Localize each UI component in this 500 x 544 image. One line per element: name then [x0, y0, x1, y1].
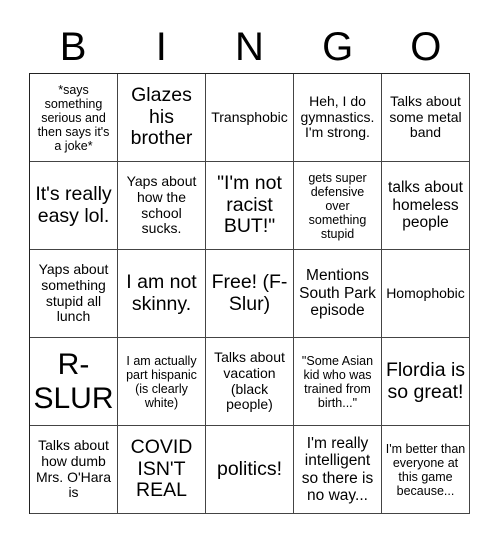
header-letter-o: O [410, 25, 442, 69]
bingo-cell-r5-c2[interactable]: COVID ISN'T REAL [118, 426, 206, 514]
bingo-header: B I N G O [29, 0, 470, 73]
bingo-cell-r4-c5[interactable]: Flordia is so great! [382, 338, 470, 426]
cell-text: Mentions South Park episode [299, 267, 376, 320]
bingo-cell-r3-c1[interactable]: Yaps about something stupid all lunch [30, 250, 118, 338]
bingo-cell-r2-c2[interactable]: Yaps about how the school sucks. [118, 162, 206, 250]
cell-text: COVID ISN'T REAL [130, 435, 193, 502]
cell-text: "I'm not racist BUT!" [217, 171, 282, 238]
header-letter-n: N [235, 25, 264, 69]
bingo-cell-r3-c4[interactable]: Mentions South Park episode [294, 250, 382, 338]
cell-text: Flordia is so great! [385, 358, 466, 403]
bingo-cell-r3-c5[interactable]: Homophobic [382, 250, 470, 338]
bingo-card: B I N G O *says something serious and th… [29, 0, 470, 514]
bingo-cell-r1-c1[interactable]: *says something serious and then says it… [30, 74, 118, 162]
header-letter-g: G [322, 25, 354, 69]
bingo-cell-r2-c5[interactable]: talks about homeless people [382, 162, 470, 250]
cell-text: Yaps about something stupid all lunch [38, 261, 109, 325]
cell-text: Talks about how dumb Mrs. O'Hara is [35, 437, 111, 501]
bingo-cell-r1-c5[interactable]: Talks about some metal band [382, 74, 470, 162]
bingo-cell-r5-c4[interactable]: I'm really intelligent so there is no wa… [294, 426, 382, 514]
bingo-cell-r5-c1[interactable]: Talks about how dumb Mrs. O'Hara is [30, 426, 118, 514]
cell-text: *says something serious and then says it… [37, 82, 110, 153]
cell-text: Heh, I do gymnastics. I'm strong. [300, 92, 375, 141]
bingo-cell-r4-c4[interactable]: "Some Asian kid who was trained from bir… [294, 338, 382, 426]
bingo-cell-r5-c5[interactable]: I'm better than everyone at this game be… [382, 426, 470, 514]
header-letter-i: I [155, 25, 167, 69]
bingo-cell-r2-c4[interactable]: gets super defensive over something stup… [294, 162, 382, 250]
cell-text: politics! [216, 457, 283, 480]
cell-text: I'm better than everyone at this game be… [385, 441, 466, 498]
cell-text: I am actually part hispanic (is clearly … [126, 353, 197, 410]
bingo-cell-r3-c3[interactable]: Free! (F-Slur) [206, 250, 294, 338]
bingo-grid: *says something serious and then says it… [29, 73, 470, 514]
cell-text: Homophobic [386, 284, 465, 301]
cell-text: Transphobic [211, 108, 288, 125]
bingo-cell-r4-c2[interactable]: I am actually part hispanic (is clearly … [118, 338, 206, 426]
cell-text: talks about homeless people [388, 179, 463, 232]
header-letter-b: B [59, 25, 87, 69]
cell-text: Free! (F-Slur) [211, 270, 288, 315]
cell-text: Talks about vacation (black people) [214, 349, 285, 413]
bingo-cell-r1-c2[interactable]: Glazes his brother [118, 74, 206, 162]
bingo-cell-r4-c3[interactable]: Talks about vacation (black people) [206, 338, 294, 426]
cell-text: I'm really intelligent so there is no wa… [301, 434, 374, 504]
bingo-cell-r3-c2[interactable]: I am not skinny. [118, 250, 206, 338]
bingo-cell-r1-c4[interactable]: Heh, I do gymnastics. I'm strong. [294, 74, 382, 162]
cell-text: I am not skinny. [126, 270, 197, 315]
cell-text: Talks about some metal band [389, 92, 462, 141]
bingo-cell-r2-c3[interactable]: "I'm not racist BUT!" [206, 162, 294, 250]
cell-text: It's really easy lol. [35, 182, 112, 227]
bingo-cell-r2-c1[interactable]: It's really easy lol. [30, 162, 118, 250]
bingo-cell-r1-c3[interactable]: Transphobic [206, 74, 294, 162]
cell-text: R-SLUR [33, 347, 114, 415]
cell-text: gets super defensive over something stup… [308, 170, 367, 241]
cell-text: Glazes his brother [130, 83, 193, 150]
bingo-cell-r5-c3[interactable]: politics! [206, 426, 294, 514]
cell-text: Yaps about how the school sucks. [126, 173, 197, 237]
cell-text: "Some Asian kid who was trained from bir… [301, 353, 374, 410]
bingo-cell-r4-c1[interactable]: R-SLUR [30, 338, 118, 426]
